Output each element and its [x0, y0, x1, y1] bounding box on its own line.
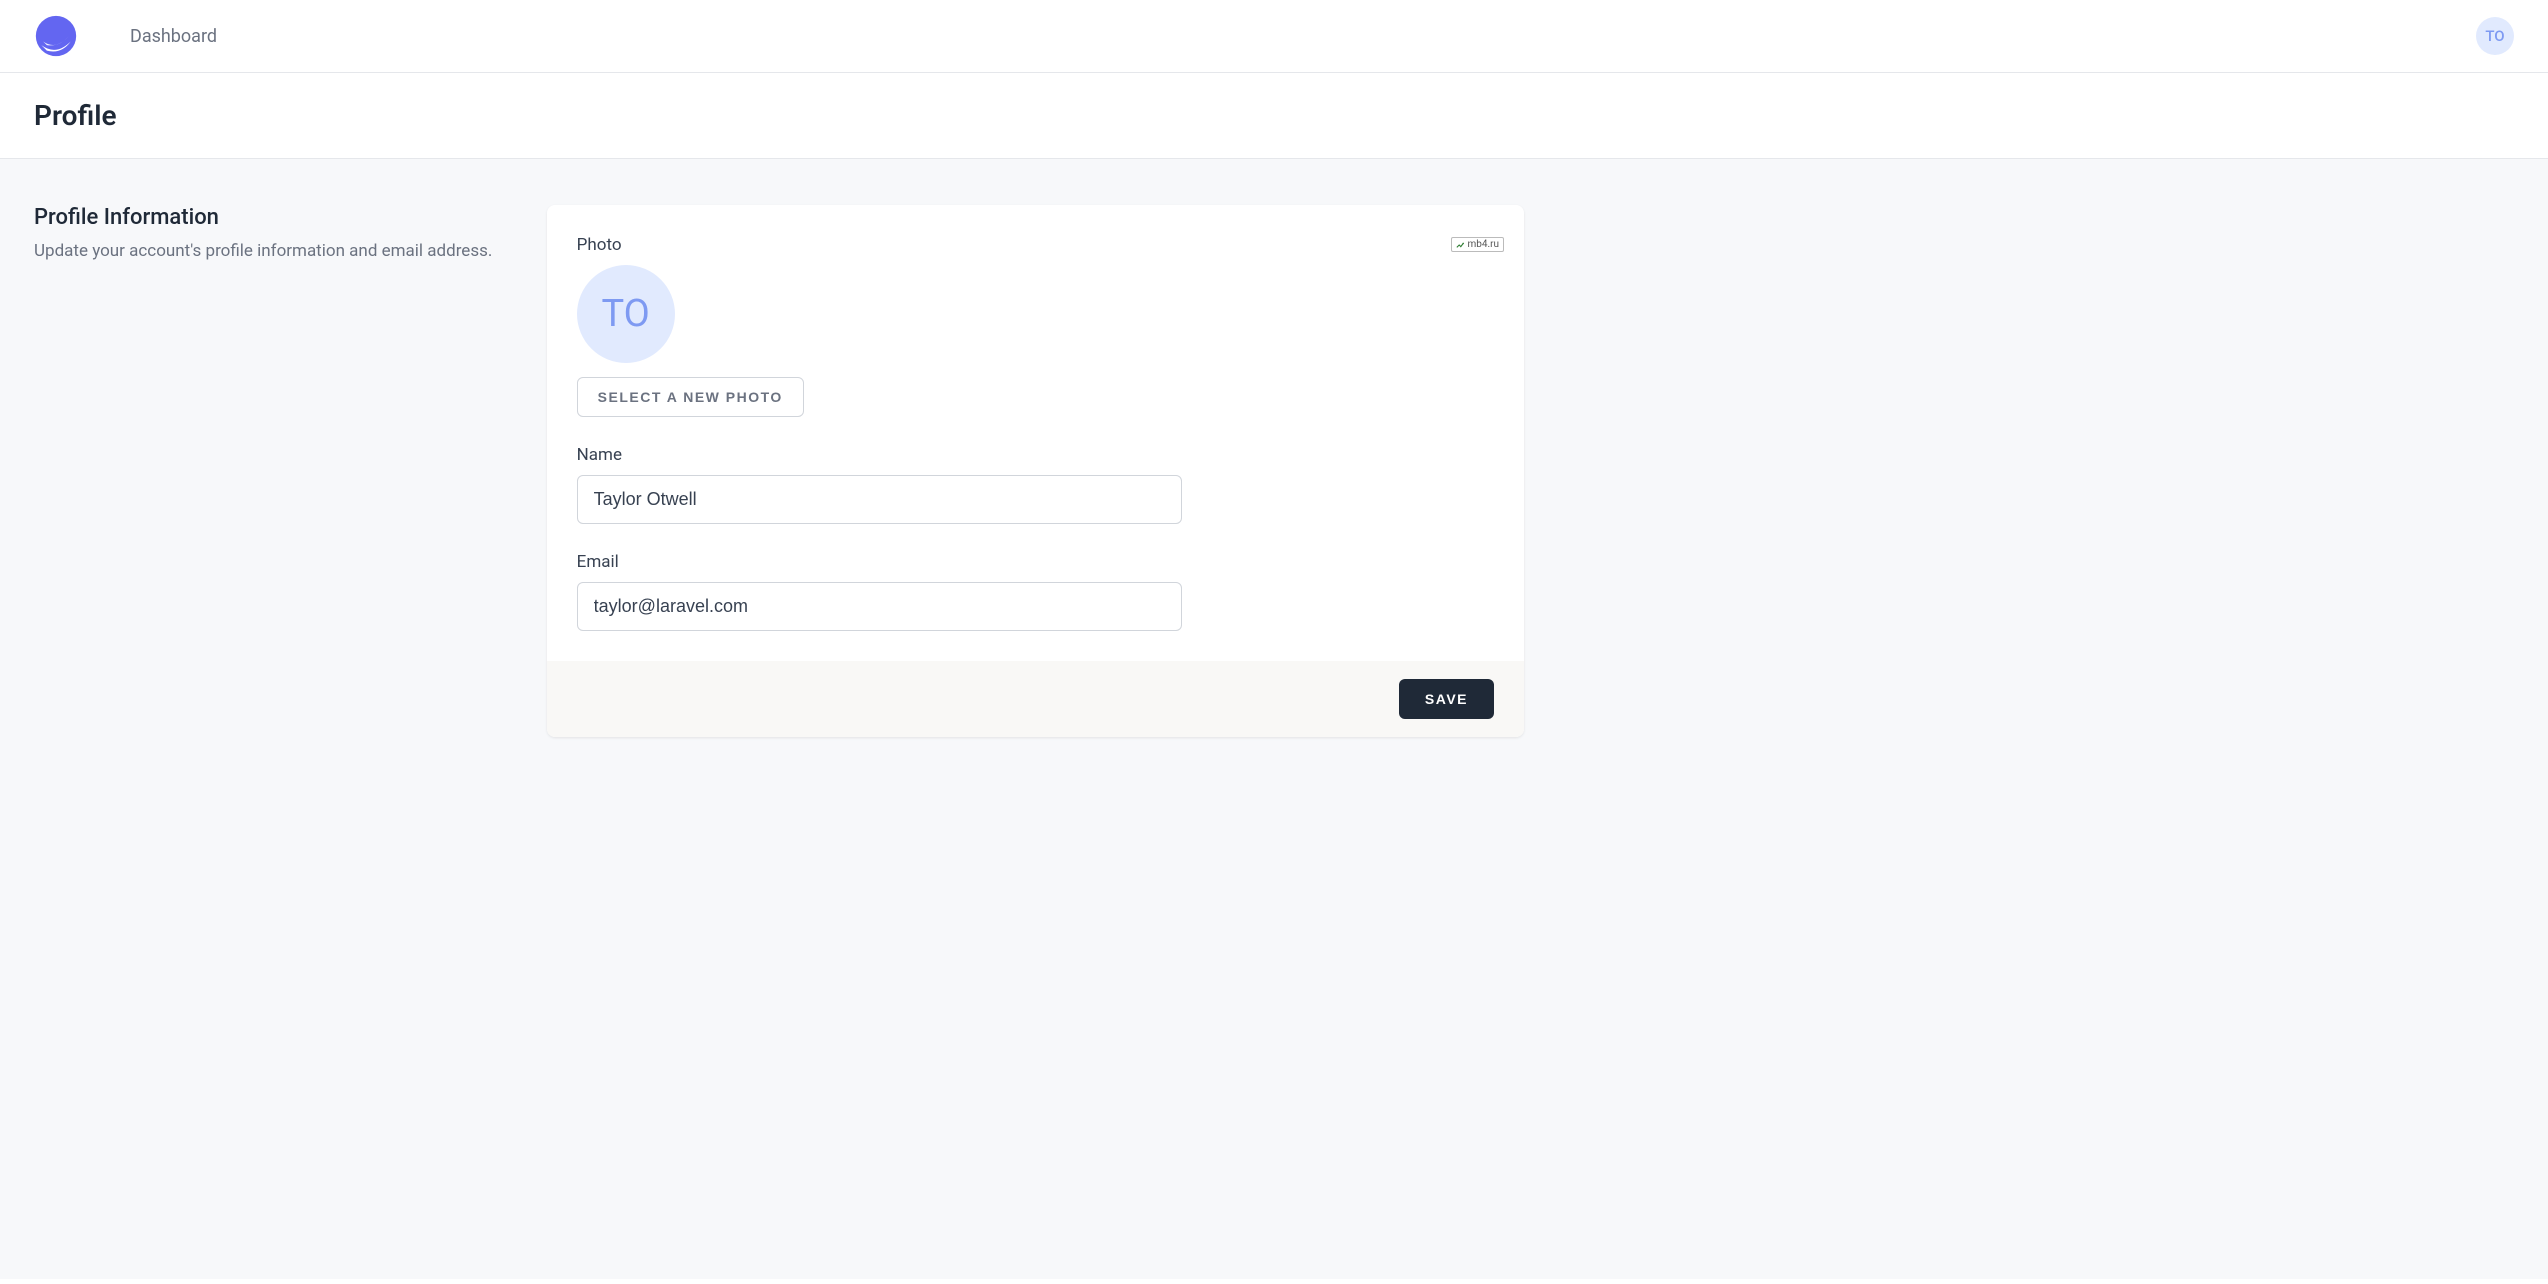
name-label: Name [577, 445, 1182, 465]
email-input[interactable] [577, 582, 1182, 631]
email-label: Email [577, 552, 1182, 572]
profile-form-card: mb4.ru Photo TO Select A New Photo Name … [547, 205, 1524, 737]
name-input[interactable] [577, 475, 1182, 524]
logo-svg [34, 14, 78, 58]
section-description: Update your account's profile informatio… [34, 238, 523, 265]
top-nav: Dashboard TO [0, 0, 2548, 73]
page-title: Profile [34, 99, 2514, 132]
name-field-group: Name [577, 445, 1182, 524]
watermark-badge: mb4.ru [1451, 237, 1504, 252]
save-button[interactable]: Save [1399, 679, 1494, 719]
nav-link-dashboard[interactable]: Dashboard [130, 26, 217, 47]
photo-label: Photo [577, 235, 1494, 255]
avatar-initials: TO [2485, 27, 2504, 45]
page-header: Profile [0, 73, 2548, 159]
profile-avatar-initials: TO [602, 292, 650, 336]
main-content: Profile Information Update your account'… [0, 159, 2548, 1279]
email-field-group: Email [577, 552, 1182, 631]
card-body: Photo TO Select A New Photo Name Email [547, 205, 1524, 661]
card-footer: Save [547, 661, 1524, 737]
watermark-icon [1456, 241, 1464, 249]
section-meta: Profile Information Update your account'… [34, 205, 523, 737]
profile-section: Profile Information Update your account'… [34, 205, 1524, 737]
app-logo-icon[interactable] [34, 14, 78, 58]
select-photo-button[interactable]: Select A New Photo [577, 377, 804, 417]
profile-avatar: TO [577, 265, 675, 363]
nav-left: Dashboard [34, 14, 217, 58]
watermark-text: mb4.ru [1467, 239, 1499, 250]
section-title: Profile Information [34, 205, 523, 230]
user-avatar-menu[interactable]: TO [2476, 17, 2514, 55]
